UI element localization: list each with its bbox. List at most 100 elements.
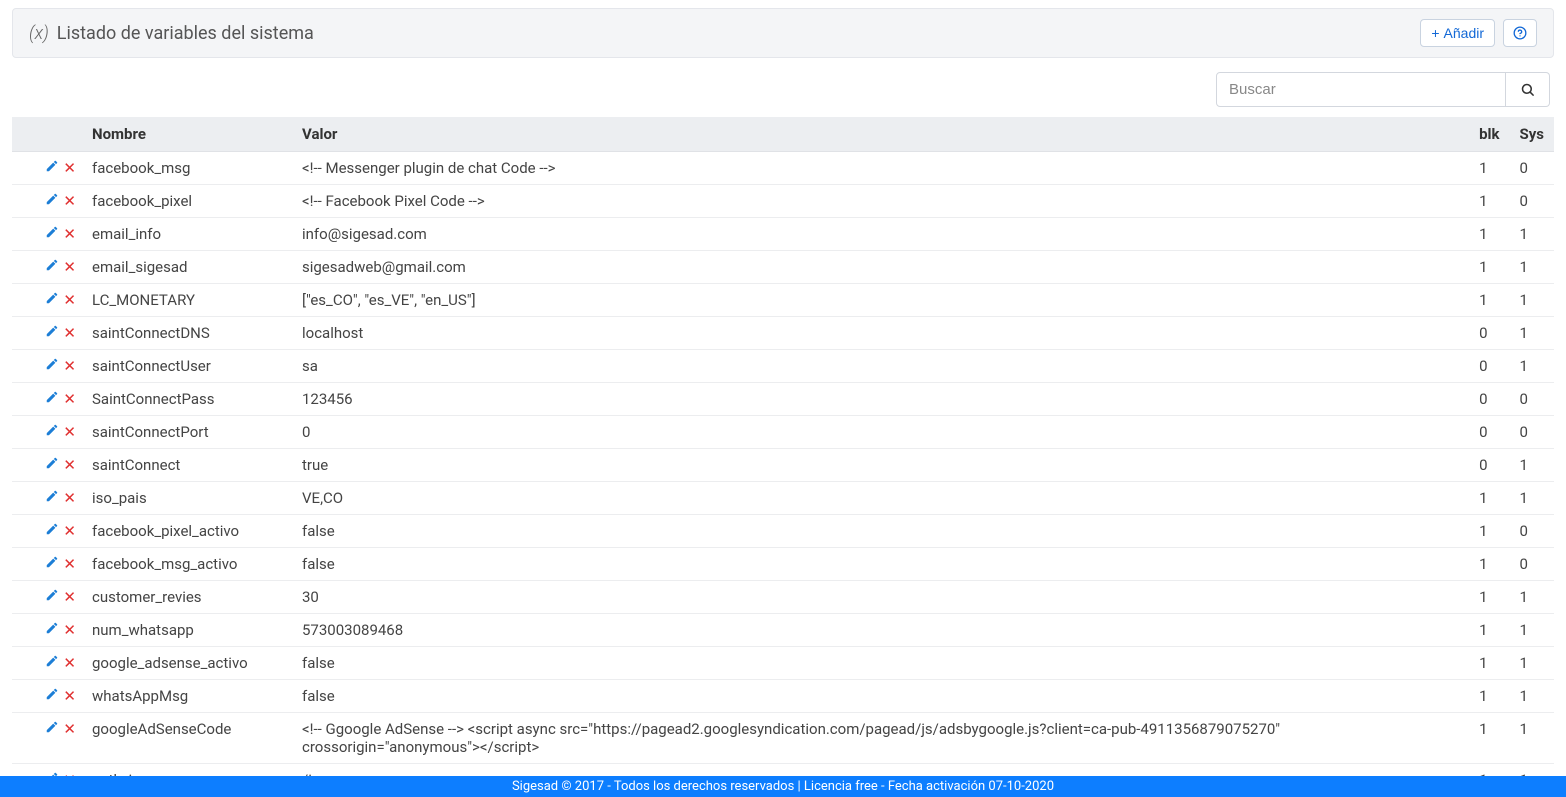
edit-icon[interactable] [45,324,59,342]
help-button[interactable] [1503,19,1537,47]
row-actions: ✕ [12,218,82,251]
cell-sys: 0 [1510,416,1555,449]
cell-sys: 0 [1510,185,1555,218]
cell-nombre: LC_MONETARY [82,284,292,317]
delete-icon[interactable]: ✕ [63,324,76,342]
edit-icon[interactable] [45,720,59,738]
delete-icon[interactable]: ✕ [63,621,76,639]
edit-icon[interactable] [45,258,59,276]
table-row: ✕saintConnecttrue01 [12,449,1554,482]
edit-icon[interactable] [45,588,59,606]
edit-icon[interactable] [45,291,59,309]
footer: Sigesad © 2017 - Todos los derechos rese… [0,776,1566,797]
delete-icon[interactable]: ✕ [63,555,76,573]
table-row: ✕SaintConnectPass12345600 [12,383,1554,416]
cell-valor: false [292,515,1469,548]
cell-blk: 1 [1469,614,1509,647]
delete-icon[interactable]: ✕ [63,687,76,705]
delete-icon[interactable]: ✕ [63,225,76,243]
cell-nombre: saintConnectPort [82,416,292,449]
cell-valor: true [292,449,1469,482]
cell-nombre: SaintConnectPass [82,383,292,416]
delete-icon[interactable]: ✕ [63,159,76,177]
row-actions: ✕ [12,614,82,647]
row-actions: ✕ [12,350,82,383]
edit-icon[interactable] [45,390,59,408]
edit-icon[interactable] [45,456,59,474]
table-row: ✕iso_paisVE,CO11 [12,482,1554,515]
cell-sys: 1 [1510,647,1555,680]
cell-sys: 1 [1510,218,1555,251]
row-actions: ✕ [12,482,82,515]
cell-nombre: facebook_pixel [82,185,292,218]
delete-icon[interactable]: ✕ [63,654,76,672]
edit-icon[interactable] [45,654,59,672]
edit-icon[interactable] [45,522,59,540]
delete-icon[interactable]: ✕ [63,489,76,507]
edit-icon[interactable] [45,687,59,705]
page-title-text: Listado de variables del sistema [57,23,314,44]
search-group [1216,72,1550,107]
row-actions: ✕ [12,317,82,350]
cell-valor: 123456 [292,383,1469,416]
cell-blk: 0 [1469,383,1509,416]
edit-icon[interactable] [45,159,59,177]
cell-nombre: email_info [82,218,292,251]
cell-blk: 0 [1469,317,1509,350]
edit-icon[interactable] [45,225,59,243]
add-button[interactable]: + Añadir [1420,19,1495,47]
row-actions: ✕ [12,152,82,185]
col-blk: blk [1469,117,1509,152]
delete-icon[interactable]: ✕ [63,423,76,441]
cell-nombre: saintConnectUser [82,350,292,383]
table-row: ✕email_infoinfo@sigesad.com11 [12,218,1554,251]
table-row: ✕LC_MONETARY["es_CO", "es_VE", "en_US"]1… [12,284,1554,317]
cell-valor: <!-- Messenger plugin de chat Code --> [292,152,1469,185]
row-actions: ✕ [12,680,82,713]
row-actions: ✕ [12,647,82,680]
cell-nombre: iso_pais [82,482,292,515]
delete-icon[interactable]: ✕ [63,522,76,540]
cell-nombre: whatsAppMsg [82,680,292,713]
delete-icon[interactable]: ✕ [63,720,76,738]
table-row: ✕customer_revies3011 [12,581,1554,614]
delete-icon[interactable]: ✕ [63,588,76,606]
edit-icon[interactable] [45,423,59,441]
delete-icon[interactable]: ✕ [63,357,76,375]
edit-icon[interactable] [45,192,59,210]
edit-icon[interactable] [45,621,59,639]
table-row: ✕saintConnectPort000 [12,416,1554,449]
cell-blk: 1 [1469,680,1509,713]
row-actions: ✕ [12,449,82,482]
delete-icon[interactable]: ✕ [63,258,76,276]
cell-nombre: saintConnectDNS [82,317,292,350]
cell-nombre: googleAdSenseCode [82,713,292,764]
table-row: ✕saintConnectUsersa01 [12,350,1554,383]
cell-nombre: facebook_msg_activo [82,548,292,581]
cell-valor: 30 [292,581,1469,614]
cell-sys: 1 [1510,449,1555,482]
delete-icon[interactable]: ✕ [63,192,76,210]
cell-nombre: num_whatsapp [82,614,292,647]
table-row: ✕num_whatsapp57300308946811 [12,614,1554,647]
delete-icon[interactable]: ✕ [63,390,76,408]
panel-actions: + Añadir [1420,19,1537,47]
edit-icon[interactable] [45,357,59,375]
cell-valor: <!-- Ggoogle AdSense --> <script async s… [292,713,1469,764]
cell-nombre: saintConnect [82,449,292,482]
cell-sys: 0 [1510,152,1555,185]
edit-icon[interactable] [45,489,59,507]
cell-valor: sigesadweb@gmail.com [292,251,1469,284]
row-actions: ✕ [12,383,82,416]
col-actions [12,117,82,152]
cell-nombre: email_sigesad [82,251,292,284]
search-button[interactable] [1506,72,1550,107]
cell-sys: 1 [1510,284,1555,317]
edit-icon[interactable] [45,555,59,573]
delete-icon[interactable]: ✕ [63,456,76,474]
search-icon [1520,82,1535,97]
variables-table-wrap: Nombre Valor blk Sys ✕facebook_msg<!-- M… [12,117,1554,797]
cell-sys: 0 [1510,383,1555,416]
delete-icon[interactable]: ✕ [63,291,76,309]
search-input[interactable] [1216,72,1506,107]
